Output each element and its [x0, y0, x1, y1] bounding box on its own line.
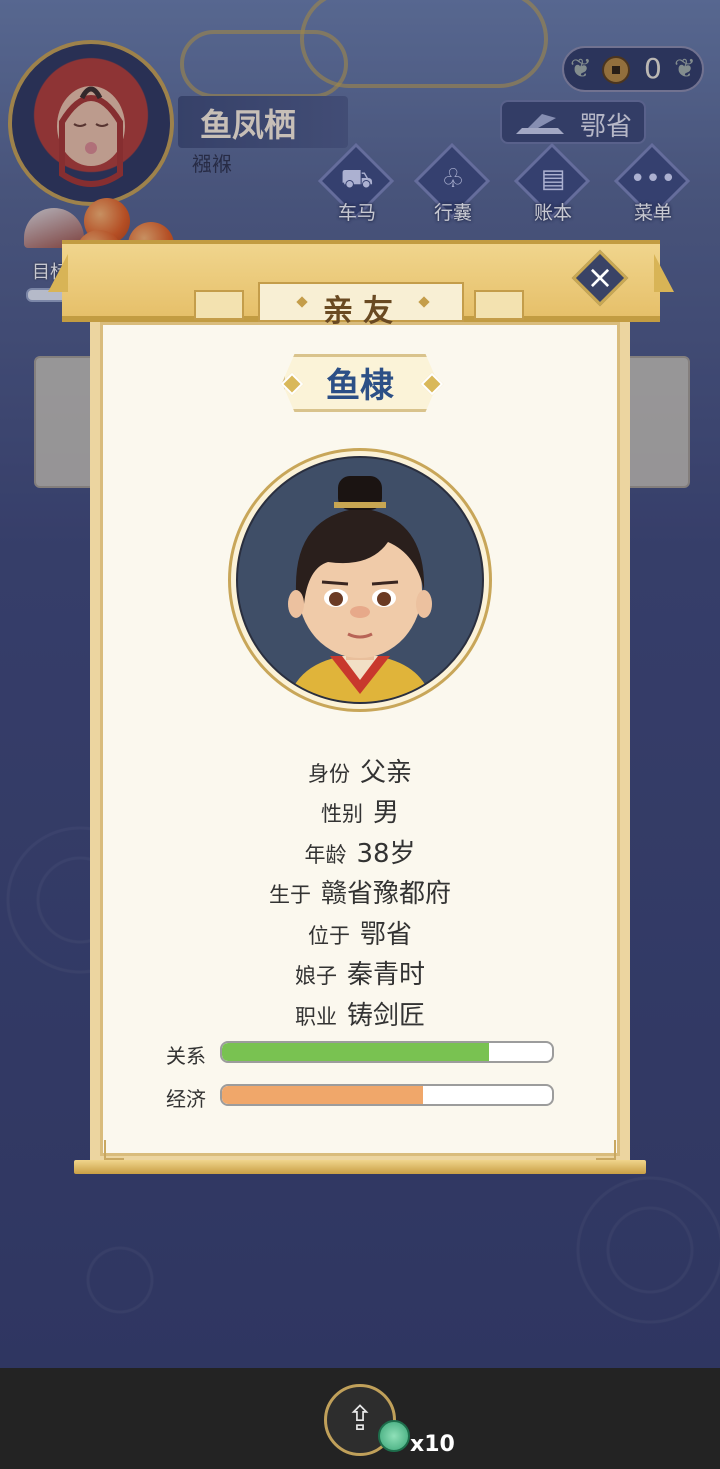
economy-bar [220, 1084, 554, 1106]
economy-bar-fill [222, 1086, 424, 1104]
info-key: 娘子 [294, 964, 337, 988]
share-count: x10 [410, 1432, 455, 1457]
jade-coin-icon [378, 1420, 410, 1452]
info-value: 38岁 [356, 839, 416, 869]
info-row-birthplace: 生于 赣省豫都府 [0, 873, 720, 910]
header-ornament [474, 290, 524, 320]
info-value: 铸剑匠 [346, 1001, 425, 1031]
header-ornament [194, 290, 244, 320]
info-key: 性别 [320, 802, 363, 826]
economy-label: 经济 [166, 1087, 206, 1111]
relationship-bar [220, 1041, 554, 1063]
relationship-label: 关系 [166, 1044, 206, 1068]
close-icon[interactable]: × [580, 254, 620, 300]
info-key: 职业 [294, 1005, 337, 1029]
person-name: 鱼棣 [326, 366, 394, 406]
info-key: 身份 [307, 762, 350, 786]
man-portrait-icon [288, 476, 432, 702]
info-row-wife: 娘子 秦青时 [0, 954, 720, 991]
info-row-gender: 性别男 [0, 792, 720, 829]
scroll-rod [74, 1160, 646, 1174]
info-value: 赣省豫都府 [320, 879, 451, 909]
info-value: 秦青时 [346, 960, 425, 990]
info-value: 父亲 [359, 758, 412, 788]
info-key: 位于 [307, 924, 350, 948]
info-row-occupation: 职业 铸剑匠 [0, 995, 720, 1032]
info-row-identity: 身份 父亲 [0, 752, 720, 789]
info-key: 生于 [268, 883, 311, 907]
info-value: 鄂省 [359, 920, 412, 950]
modal-title: 亲友 [323, 294, 403, 329]
info-value: 男 [372, 798, 399, 828]
modal-header: 亲友 [48, 240, 674, 329]
corner-ornament [104, 1140, 124, 1160]
corner-ornament [596, 1140, 616, 1160]
title-frame: 亲友 [258, 282, 464, 329]
person-portrait [236, 456, 484, 704]
info-key: 年龄 [304, 843, 347, 867]
info-row-age: 年龄 38岁 [0, 833, 720, 870]
relationship-bar-fill [222, 1043, 490, 1061]
info-row-location: 位于 鄂省 [0, 914, 720, 951]
